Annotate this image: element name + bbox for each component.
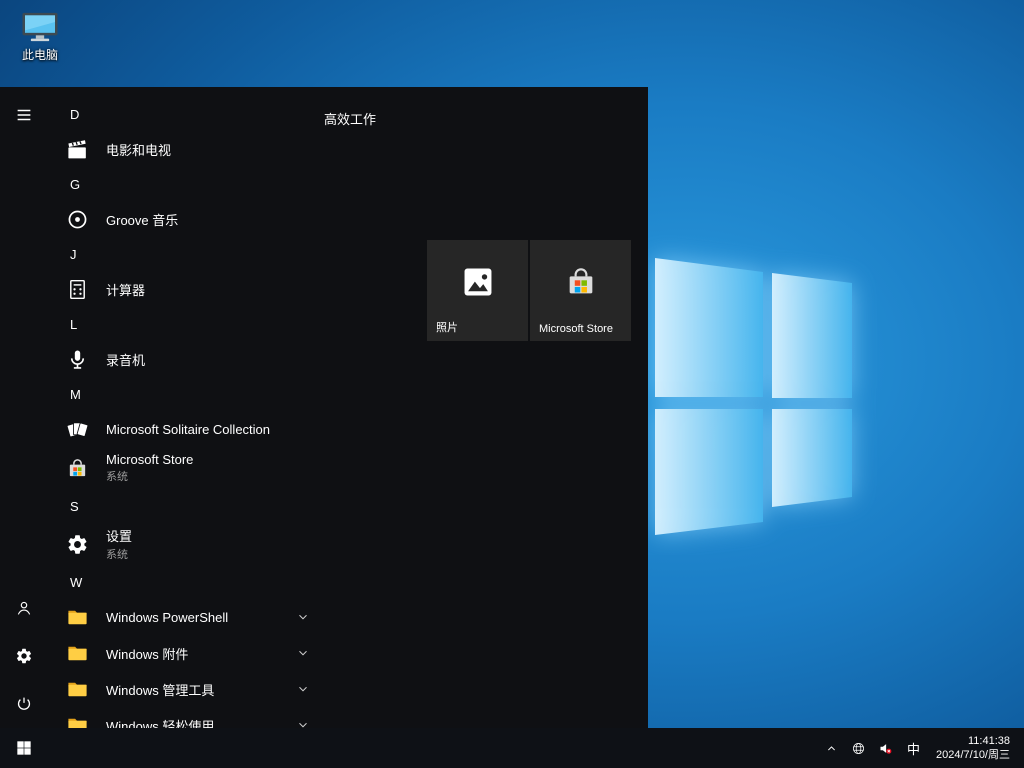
chevron-down-icon	[296, 610, 310, 624]
app-text: 计算器	[106, 280, 145, 299]
settings-button[interactable]	[0, 632, 48, 680]
app-list-item[interactable]: Windows 管理工具	[48, 671, 320, 707]
app-text: Microsoft Store系统	[106, 452, 193, 484]
app-list: D 电影和电视 G Groove 音乐 J 计算器 L 录音机 M Microsoft Solit…	[48, 87, 320, 728]
app-label: 录音机	[106, 350, 145, 369]
section-letter-label: G	[70, 177, 80, 192]
app-list-section-l[interactable]: L	[48, 307, 320, 341]
start-menu: D 电影和电视 G Groove 音乐 J 计算器 L 录音机 M Microsoft Solit…	[0, 87, 648, 728]
folder-icon	[62, 714, 92, 729]
app-list-item[interactable]: Microsoft Solitaire Collection	[48, 411, 320, 447]
power-button[interactable]	[0, 680, 48, 728]
app-list-item[interactable]: Microsoft Store系统	[48, 447, 320, 489]
taskbar: 中 11:41:38 2024/7/10/周三	[0, 728, 1024, 768]
app-label: Windows 轻松使用	[106, 716, 214, 729]
app-label: 电影和电视	[106, 140, 171, 159]
calculator-icon	[62, 278, 92, 301]
windows-wallpaper-logo	[610, 215, 910, 555]
app-sublabel: 系统	[106, 546, 132, 562]
tile[interactable]: Microsoft Store	[530, 240, 631, 341]
app-list-section-m[interactable]: M	[48, 377, 320, 411]
start-menu-rail	[0, 87, 48, 728]
store-icon	[62, 457, 92, 480]
app-label: Groove 音乐	[106, 210, 178, 229]
tile-grid: 照片 Microsoft Store	[427, 240, 631, 341]
app-list-item[interactable]: Windows 附件	[48, 635, 320, 671]
app-list-section-g[interactable]: G	[48, 167, 320, 201]
section-letter-label: M	[70, 387, 81, 402]
volume-muted-icon[interactable]	[872, 728, 899, 768]
folder-icon	[62, 606, 92, 629]
taskbar-clock[interactable]: 11:41:38 2024/7/10/周三	[928, 734, 1024, 762]
app-list-section-w[interactable]: W	[48, 565, 320, 599]
system-tray: 中 11:41:38 2024/7/10/周三	[818, 728, 1024, 768]
section-letter-label: W	[70, 575, 82, 590]
movies-tv-icon	[62, 138, 92, 161]
app-list-section-s[interactable]: S	[48, 489, 320, 523]
computer-icon	[20, 10, 60, 44]
app-text: Windows 附件	[106, 644, 188, 663]
folder-icon	[62, 678, 92, 701]
app-list-item[interactable]: 电影和电视	[48, 131, 320, 167]
settings-icon	[62, 533, 92, 556]
start-button[interactable]	[0, 728, 48, 768]
app-list-item[interactable]: Windows PowerShell	[48, 599, 320, 635]
app-list-section-d[interactable]: D	[48, 97, 320, 131]
app-label: 计算器	[106, 280, 145, 299]
app-sublabel: 系统	[106, 468, 193, 484]
app-text: Groove 音乐	[106, 210, 178, 229]
folder-icon	[62, 642, 92, 665]
app-list-item[interactable]: 设置系统	[48, 523, 320, 565]
app-text: Windows 管理工具	[106, 680, 214, 699]
clock-time: 11:41:38	[936, 734, 1010, 748]
chevron-down-icon	[296, 682, 310, 696]
tray-overflow-button[interactable]	[818, 728, 845, 768]
chevron-down-icon	[296, 718, 310, 728]
app-list-item[interactable]: Groove 音乐	[48, 201, 320, 237]
app-text: Microsoft Solitaire Collection	[106, 422, 270, 437]
app-text: 录音机	[106, 350, 145, 369]
app-label: 设置	[106, 526, 132, 545]
solitaire-icon	[62, 418, 92, 441]
tile-group-header[interactable]: 高效工作	[324, 109, 376, 128]
app-label: Windows 管理工具	[106, 680, 214, 699]
app-list-item[interactable]: 计算器	[48, 271, 320, 307]
app-list-item[interactable]: Windows 轻松使用	[48, 707, 320, 728]
app-list-item[interactable]: 录音机	[48, 341, 320, 377]
photos-icon	[461, 265, 495, 299]
section-letter-label: S	[70, 499, 79, 514]
section-letter-label: D	[70, 107, 79, 122]
desktop-icon-this-pc[interactable]: 此电脑	[11, 10, 69, 63]
tile[interactable]: 照片	[427, 240, 528, 341]
app-label: Windows PowerShell	[106, 610, 228, 625]
desktop: 此电脑 D 电影和电视 G Groove 音乐 J 计算器 L 录音机 M Microsoft S…	[0, 0, 1024, 768]
app-label: Windows 附件	[106, 644, 188, 663]
expand-menu-button[interactable]	[0, 91, 48, 139]
app-list-section-j[interactable]: J	[48, 237, 320, 271]
tile-label: Microsoft Store	[539, 323, 613, 335]
app-label: Microsoft Store	[106, 452, 193, 467]
app-text: 电影和电视	[106, 140, 171, 159]
section-letter-label: J	[70, 247, 77, 262]
app-text: Windows 轻松使用	[106, 716, 214, 729]
clock-date: 2024/7/10/周三	[936, 748, 1010, 762]
store-icon	[564, 265, 598, 299]
app-text: Windows PowerShell	[106, 610, 228, 625]
user-account-button[interactable]	[0, 584, 48, 632]
app-label: Microsoft Solitaire Collection	[106, 422, 270, 437]
section-letter-label: L	[70, 317, 77, 332]
tiles-area: 高效工作 照片 Microsoft Store	[320, 87, 648, 728]
network-icon[interactable]	[845, 728, 872, 768]
desktop-icon-label: 此电脑	[22, 46, 58, 63]
tile-label: 照片	[436, 319, 458, 335]
chevron-down-icon	[296, 646, 310, 660]
groove-music-icon	[62, 208, 92, 231]
app-text: 设置系统	[106, 526, 132, 562]
voice-recorder-icon	[62, 348, 92, 371]
ime-indicator[interactable]: 中	[899, 739, 928, 758]
